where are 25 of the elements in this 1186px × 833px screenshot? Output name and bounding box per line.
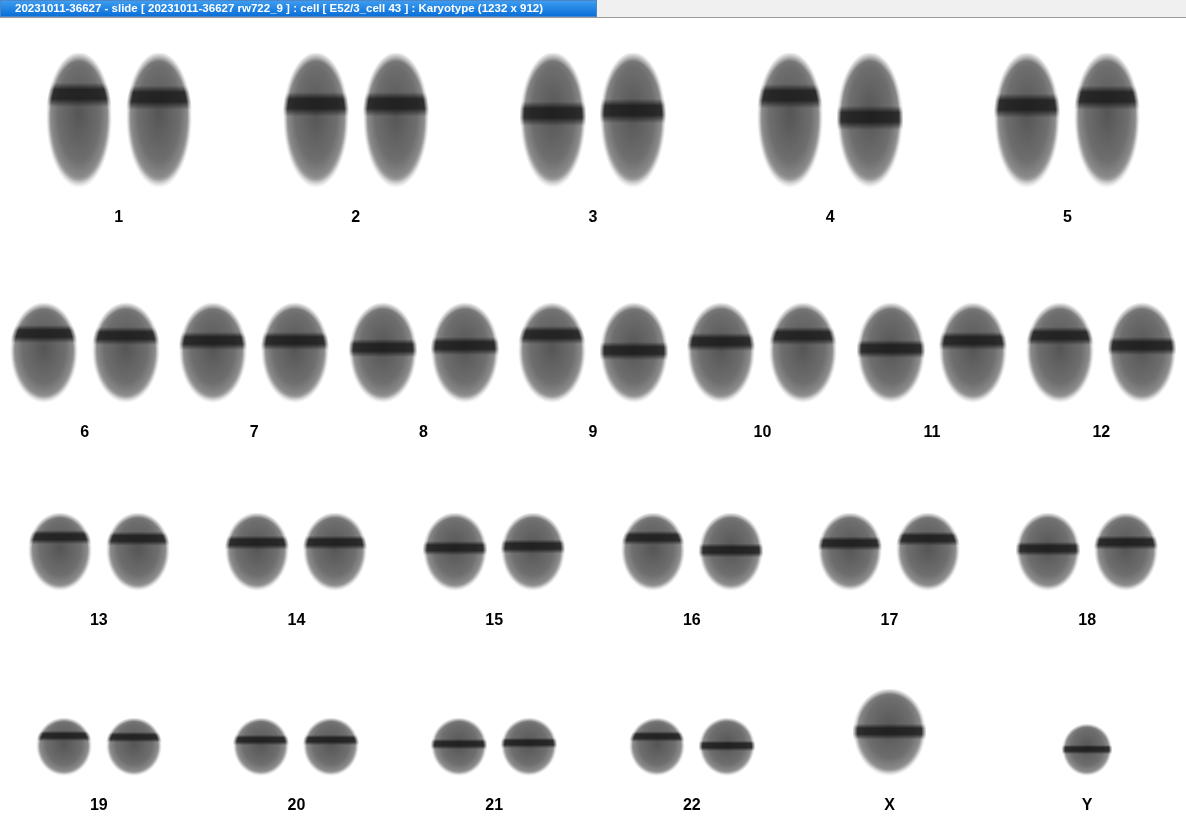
chromosome-label: 22 xyxy=(682,796,701,814)
chromosome-label: 11 xyxy=(923,423,941,441)
chromosome-label: 6 xyxy=(80,423,90,441)
chromosome-label: 8 xyxy=(419,423,428,441)
chromosome-label: 12 xyxy=(1092,423,1111,441)
chromosome-label: 19 xyxy=(89,796,108,814)
chromosome-label: 13 xyxy=(89,611,108,629)
chromosome-label: 3 xyxy=(588,208,598,226)
chromosome-label: X xyxy=(884,796,895,814)
chromosome-label: 18 xyxy=(1078,611,1097,629)
chromosome-label: 2 xyxy=(351,208,361,226)
chromosome-label: 21 xyxy=(485,796,504,814)
chromosome-label: 20 xyxy=(287,796,306,814)
chromosome-label: 16 xyxy=(682,611,701,629)
chromosome-label: 17 xyxy=(880,611,899,629)
chromosome-label: 1 xyxy=(114,208,124,226)
window-title: 20231011-36627 - slide [ 20231011-36627 rw722_9 ] : cell [ E52/3_cell 43 ] : Karyotype (1232 x 912) xyxy=(0,0,597,17)
chromosome-label: 9 xyxy=(588,423,598,441)
chromosome-label: 5 xyxy=(1062,208,1072,226)
chromosome-label: 15 xyxy=(485,611,504,629)
chromosome-label: 4 xyxy=(825,208,835,226)
chromosome-label: 10 xyxy=(753,423,772,441)
chromosome-label: Y xyxy=(1081,796,1093,814)
chromosome-label: 7 xyxy=(249,423,259,441)
chromosome-label: 14 xyxy=(287,611,306,629)
